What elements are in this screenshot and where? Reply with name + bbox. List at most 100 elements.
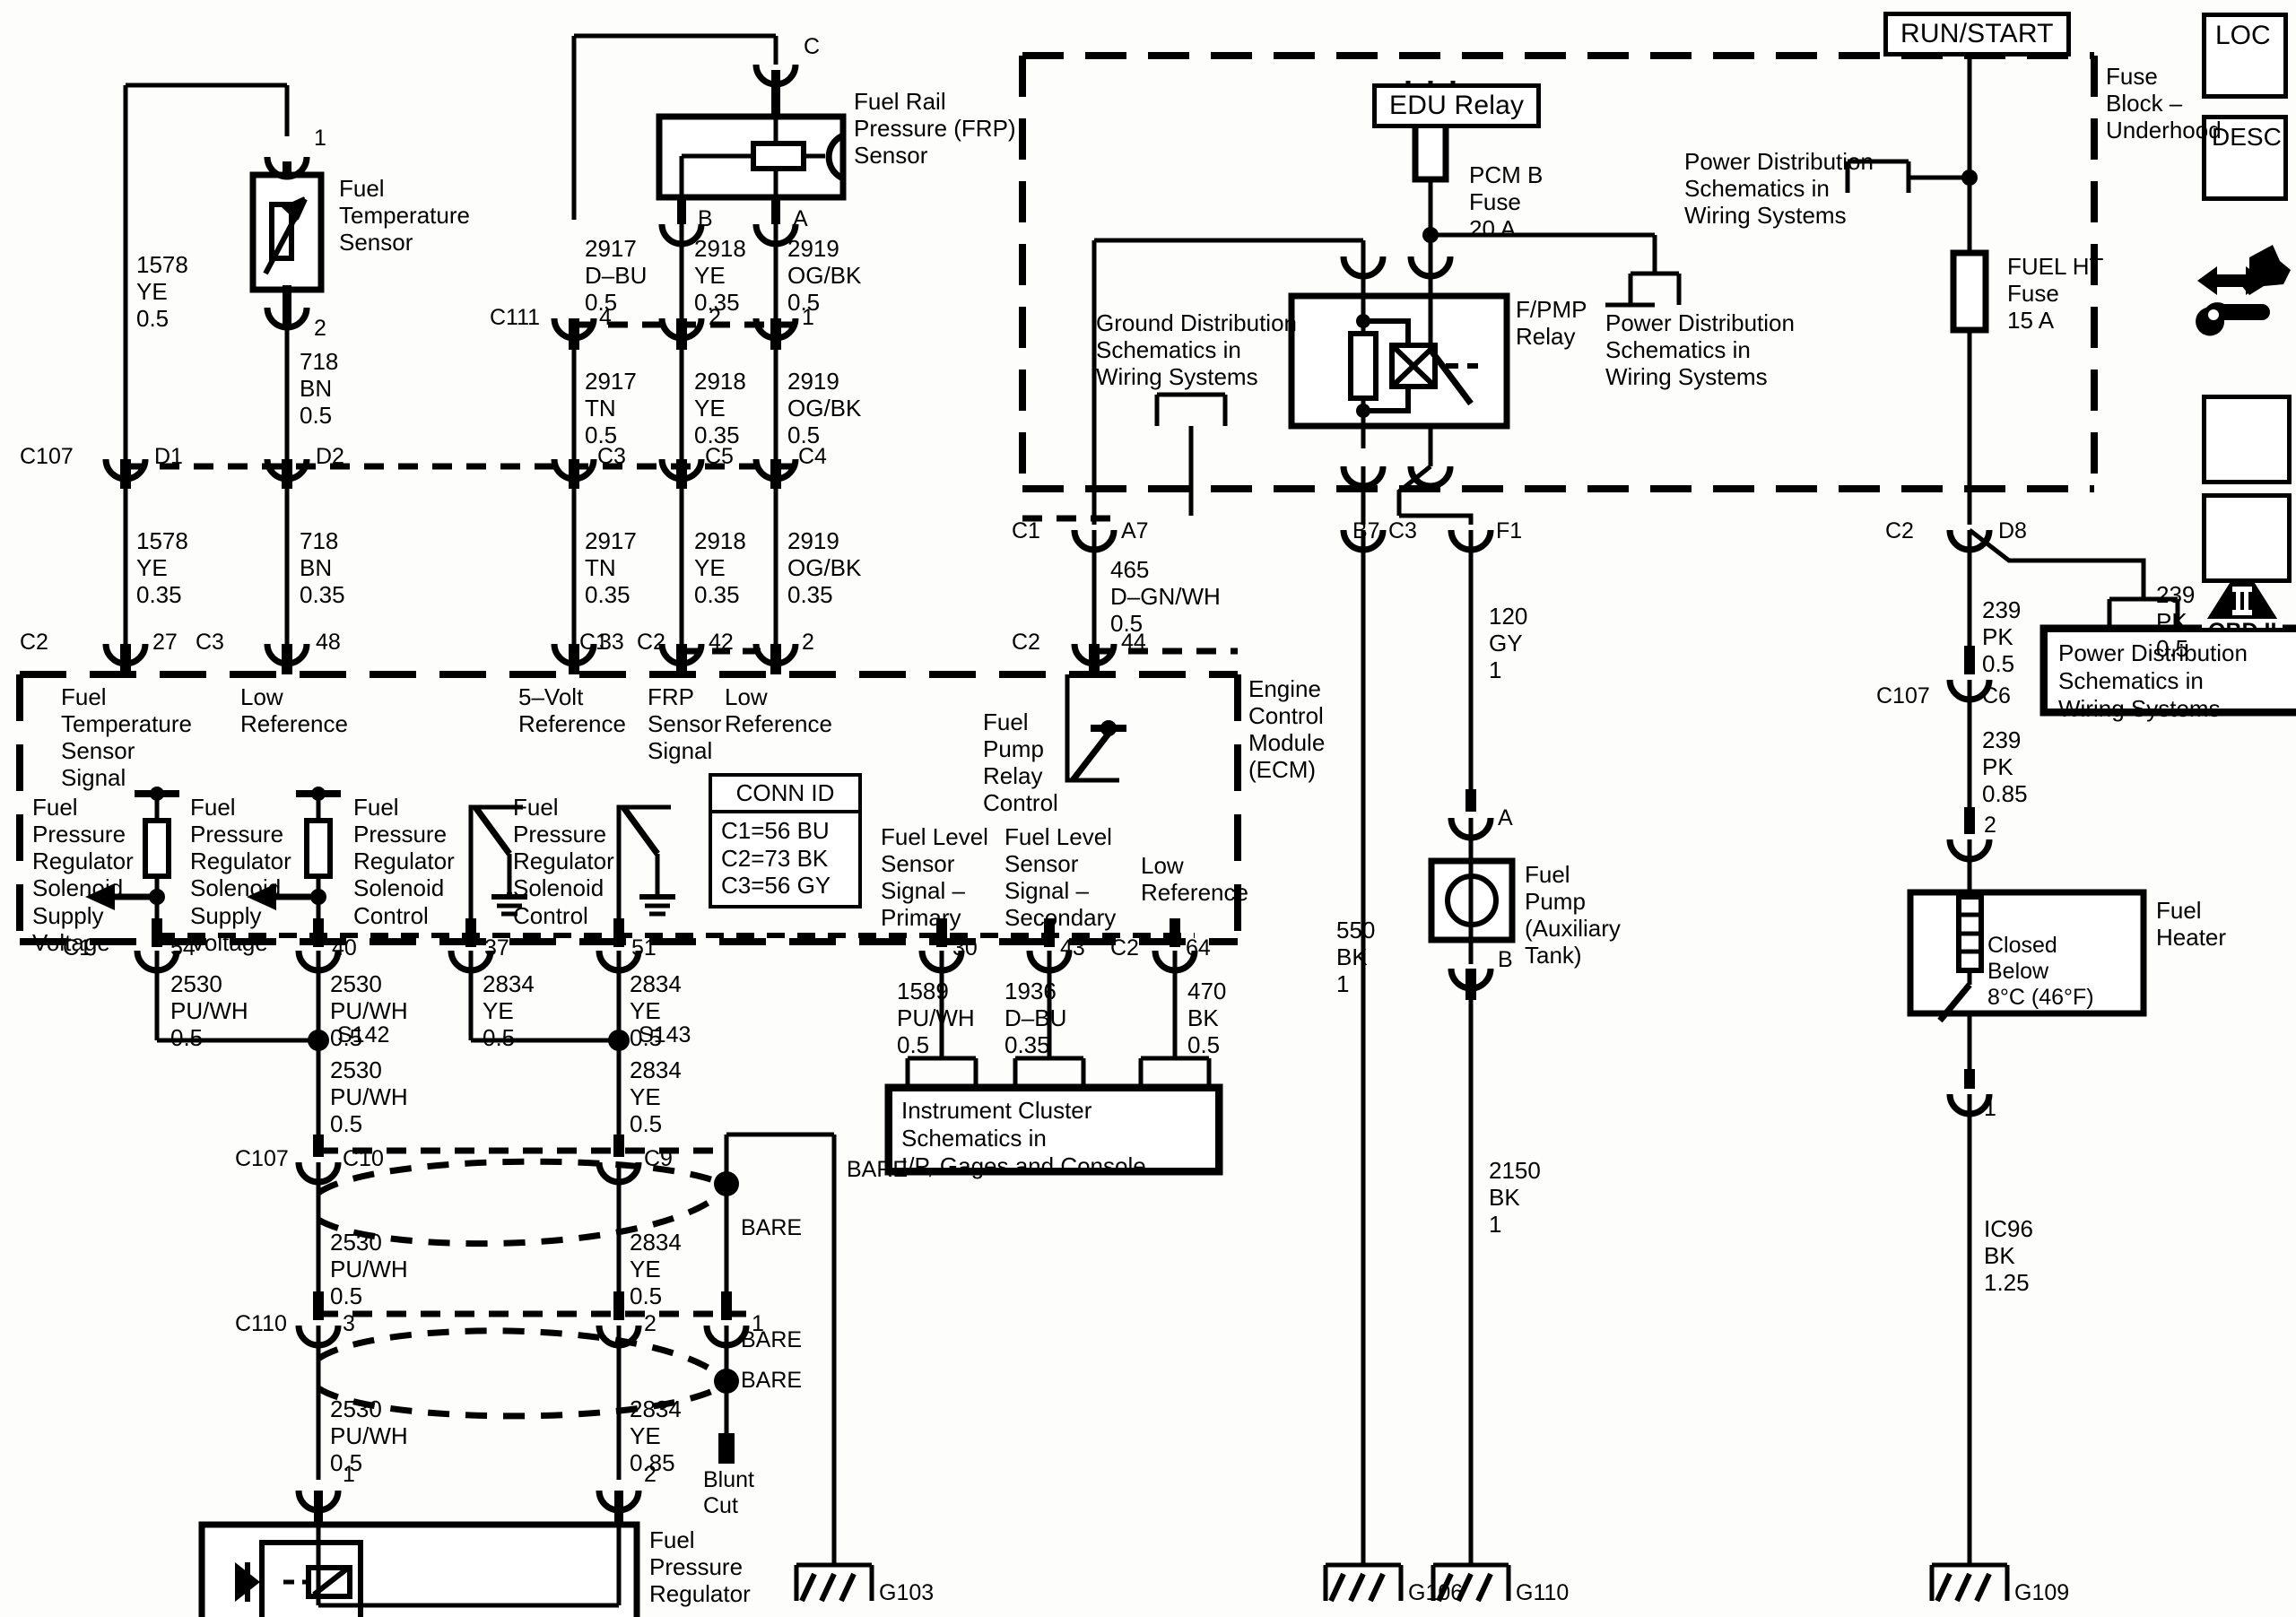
- conn-id-rows: C1=56 BU C2=73 BK C3=56 GY: [712, 813, 858, 905]
- fpr-solenoid-supply-voltage-1-label: Fuel Pressure Regulator Solenoid Supply …: [32, 794, 134, 956]
- run-start-header: RUN/START: [1883, 12, 2071, 57]
- pin-c5-c107: C5: [705, 444, 734, 469]
- pin-4-c111: 4: [599, 305, 612, 330]
- blunt-cut-label: Blunt Cut: [703, 1467, 754, 1518]
- wire-ic96-bk-125: IC96 BK 1.25: [1984, 1215, 2033, 1297]
- bare-label-1: BARE: [741, 1215, 803, 1240]
- pin-2-heater: 2: [1984, 813, 1996, 838]
- wire-2834-ye-05-a: 2834 YE 0.5: [483, 970, 535, 1052]
- pin-a-frp: A: [793, 206, 808, 231]
- connector-c110: C110: [235, 1311, 287, 1336]
- pin-1-fpr: 1: [343, 1462, 355, 1487]
- wire-2918-ye-035-mid: 2918 YE 0.35: [694, 368, 746, 449]
- low-reference-1-label: Low Reference: [240, 683, 348, 738]
- pin-d2: D2: [316, 444, 344, 469]
- bare-label-4: BARE: [741, 1368, 803, 1393]
- pin-2-c110: 2: [644, 1311, 657, 1336]
- fuel-level-sensor-signal-secondary-label: Fuel Level Sensor Signal – Secondary: [1004, 823, 1117, 932]
- connector-c111: C111: [490, 305, 541, 330]
- fpmp-relay-label: F/PMP Relay: [1516, 296, 1587, 351]
- splice-s142: S142: [337, 1022, 390, 1048]
- ecm-c2-left: C2: [20, 630, 48, 655]
- fuel-pump-relay-control-label: Fuel Pump Relay Control: [983, 709, 1058, 817]
- instrument-cluster-ref: Instrument Cluster Schematics in I/P, Ga…: [888, 1087, 1220, 1179]
- pin-1-fts: 1: [314, 126, 326, 151]
- wire-465-dgnwh-05: 465 D–GN/WH 0.5: [1110, 556, 1221, 638]
- pin-c3-c107: C3: [597, 444, 626, 469]
- pin-37: 37: [484, 935, 509, 961]
- wire-2530-puwh-05-c110: 2530 PU/WH 0.5: [330, 1395, 408, 1477]
- ground-g109-label: G109: [2014, 1580, 2070, 1605]
- connector-c2-a7: C1: [1012, 518, 1040, 543]
- pcm-b-fuse-label: PCM B Fuse 20 A: [1469, 161, 1544, 243]
- instrument-cluster-ref-label: Instrument Cluster Schematics in I/P, Ga…: [901, 1097, 1146, 1180]
- conn-id-c1: C1=56 BU: [721, 817, 830, 844]
- ground-g103-label: G103: [879, 1580, 935, 1605]
- power-distribution-ref-3-label: Power Distribution Schematics in Wiring …: [2058, 639, 2248, 723]
- wire-2530-puwh-05-s142: 2530 PU/WH 0.5: [330, 1056, 408, 1138]
- ecm-c2-lowref: C2: [1110, 935, 1139, 961]
- wire-2918-ye-035-top: 2918 YE 0.35: [694, 235, 746, 317]
- fuel-temperature-sensor-label: Fuel Temperature Sensor: [339, 175, 470, 256]
- pin-c-frp: C: [804, 34, 821, 59]
- pin-b-frp: B: [698, 206, 713, 231]
- wire-2919-ogbk-035: 2919 OG/BK 0.35: [787, 527, 862, 609]
- ecm-c3-left: C3: [196, 630, 224, 655]
- fuel-pump-auxiliary-tank-label: Fuel Pump (Auxiliary Tank): [1525, 861, 1621, 969]
- wire-718-bn-035: 718 BN 0.35: [300, 527, 345, 609]
- bare-label-2: BARE: [847, 1157, 909, 1182]
- conn-id-box: CONN ID C1=56 BU C2=73 BK C3=56 GY: [709, 773, 862, 909]
- wire-120-gy-1: 120 GY 1: [1489, 603, 1528, 684]
- fuel-temperature-sensor-signal-label: Fuel Temperature Sensor Signal: [61, 683, 192, 792]
- arrow-left-icon[interactable]: [2202, 493, 2292, 583]
- pin-54: 54: [170, 935, 196, 961]
- wire-2530-puwh-05-c107: 2530 PU/WH 0.5: [330, 1229, 408, 1310]
- wire-2918-ye-035-low: 2918 YE 0.35: [694, 527, 746, 609]
- ground-distribution-ref-label: Ground Distribution Schematics in Wiring…: [1096, 309, 1297, 391]
- desc-icon-label: DESC: [2212, 123, 2282, 151]
- wire-239-pk-05-right: 239 PK 0.5: [2156, 581, 2196, 663]
- connector-c107-top: C107: [20, 444, 74, 469]
- arrow-right-icon[interactable]: [2202, 395, 2292, 484]
- pin-64: 64: [1186, 935, 1211, 961]
- pin-b-pump: B: [1498, 947, 1513, 972]
- wire-2917-tn-05: 2917 TN 0.5: [585, 368, 637, 449]
- low-reference-2-label: Low Reference: [725, 683, 832, 738]
- pin-d1: D1: [154, 444, 183, 469]
- pin-44: 44: [1121, 630, 1146, 655]
- engine-control-module-label: Engine Control Module (ECM): [1248, 675, 1326, 784]
- conn-id-c2: C2=73 BK: [721, 844, 829, 872]
- pin-43: 43: [1060, 935, 1085, 961]
- wire-2919-ogbk-05-top: 2919 OG/BK 0.5: [787, 235, 862, 317]
- fuel-level-sensor-signal-primary-label: Fuel Level Sensor Signal – Primary: [881, 823, 988, 932]
- connector-c3-f1: C3: [1388, 518, 1417, 543]
- pin-3-c110: 3: [343, 1311, 355, 1336]
- fuel-rail-pressure-sensor-label: Fuel Rail Pressure (FRP) Sensor: [854, 88, 1016, 170]
- pin-51: 51: [631, 935, 657, 961]
- run-start-label: RUN/START: [1888, 16, 2066, 52]
- pin-a7: A7: [1121, 518, 1149, 543]
- wire-2834-ye-05-s143: 2834 YE 0.5: [630, 1056, 682, 1138]
- wire-239-pk-05-left: 239 PK 0.5: [1982, 596, 2022, 678]
- conn-id-header: CONN ID: [712, 777, 858, 813]
- five-volt-reference-label: 5–Volt Reference: [518, 683, 626, 738]
- pin-40: 40: [332, 935, 357, 961]
- loc-icon-label: LOC: [2215, 21, 2271, 50]
- ground-g110-label: G110: [1516, 1580, 1570, 1605]
- fuel-pressure-regulator-label: Fuel Pressure Regulator: [649, 1526, 751, 1608]
- wire-550-bk-1: 550 BK 1: [1336, 917, 1376, 998]
- wire-2919-ogbk-05-mid: 2919 OG/BK 0.5: [787, 368, 862, 449]
- pin-48: 48: [316, 630, 341, 655]
- wire-239-pk-085: 239 PK 0.85: [1982, 726, 2028, 808]
- pin-c4-c107: C4: [798, 444, 827, 469]
- power-distribution-ref-2-label: Power Distribution Schematics in Wiring …: [1605, 309, 1795, 391]
- pin-2-c111: 2: [709, 305, 721, 330]
- wire-1589-puwh-05: 1589 PU/WH 0.5: [897, 978, 975, 1059]
- wire-2834-ye-05-c107: 2834 YE 0.5: [630, 1229, 682, 1310]
- pin-a-pump: A: [1498, 805, 1513, 830]
- connector-c1-44: C2: [1012, 630, 1040, 655]
- pin-30: 30: [952, 935, 978, 961]
- pin-2-fts: 2: [314, 316, 326, 341]
- fuel-heater-label: Fuel Heater: [2156, 897, 2227, 952]
- wire-2530-puwh-05-a: 2530 PU/WH 0.5: [170, 970, 248, 1052]
